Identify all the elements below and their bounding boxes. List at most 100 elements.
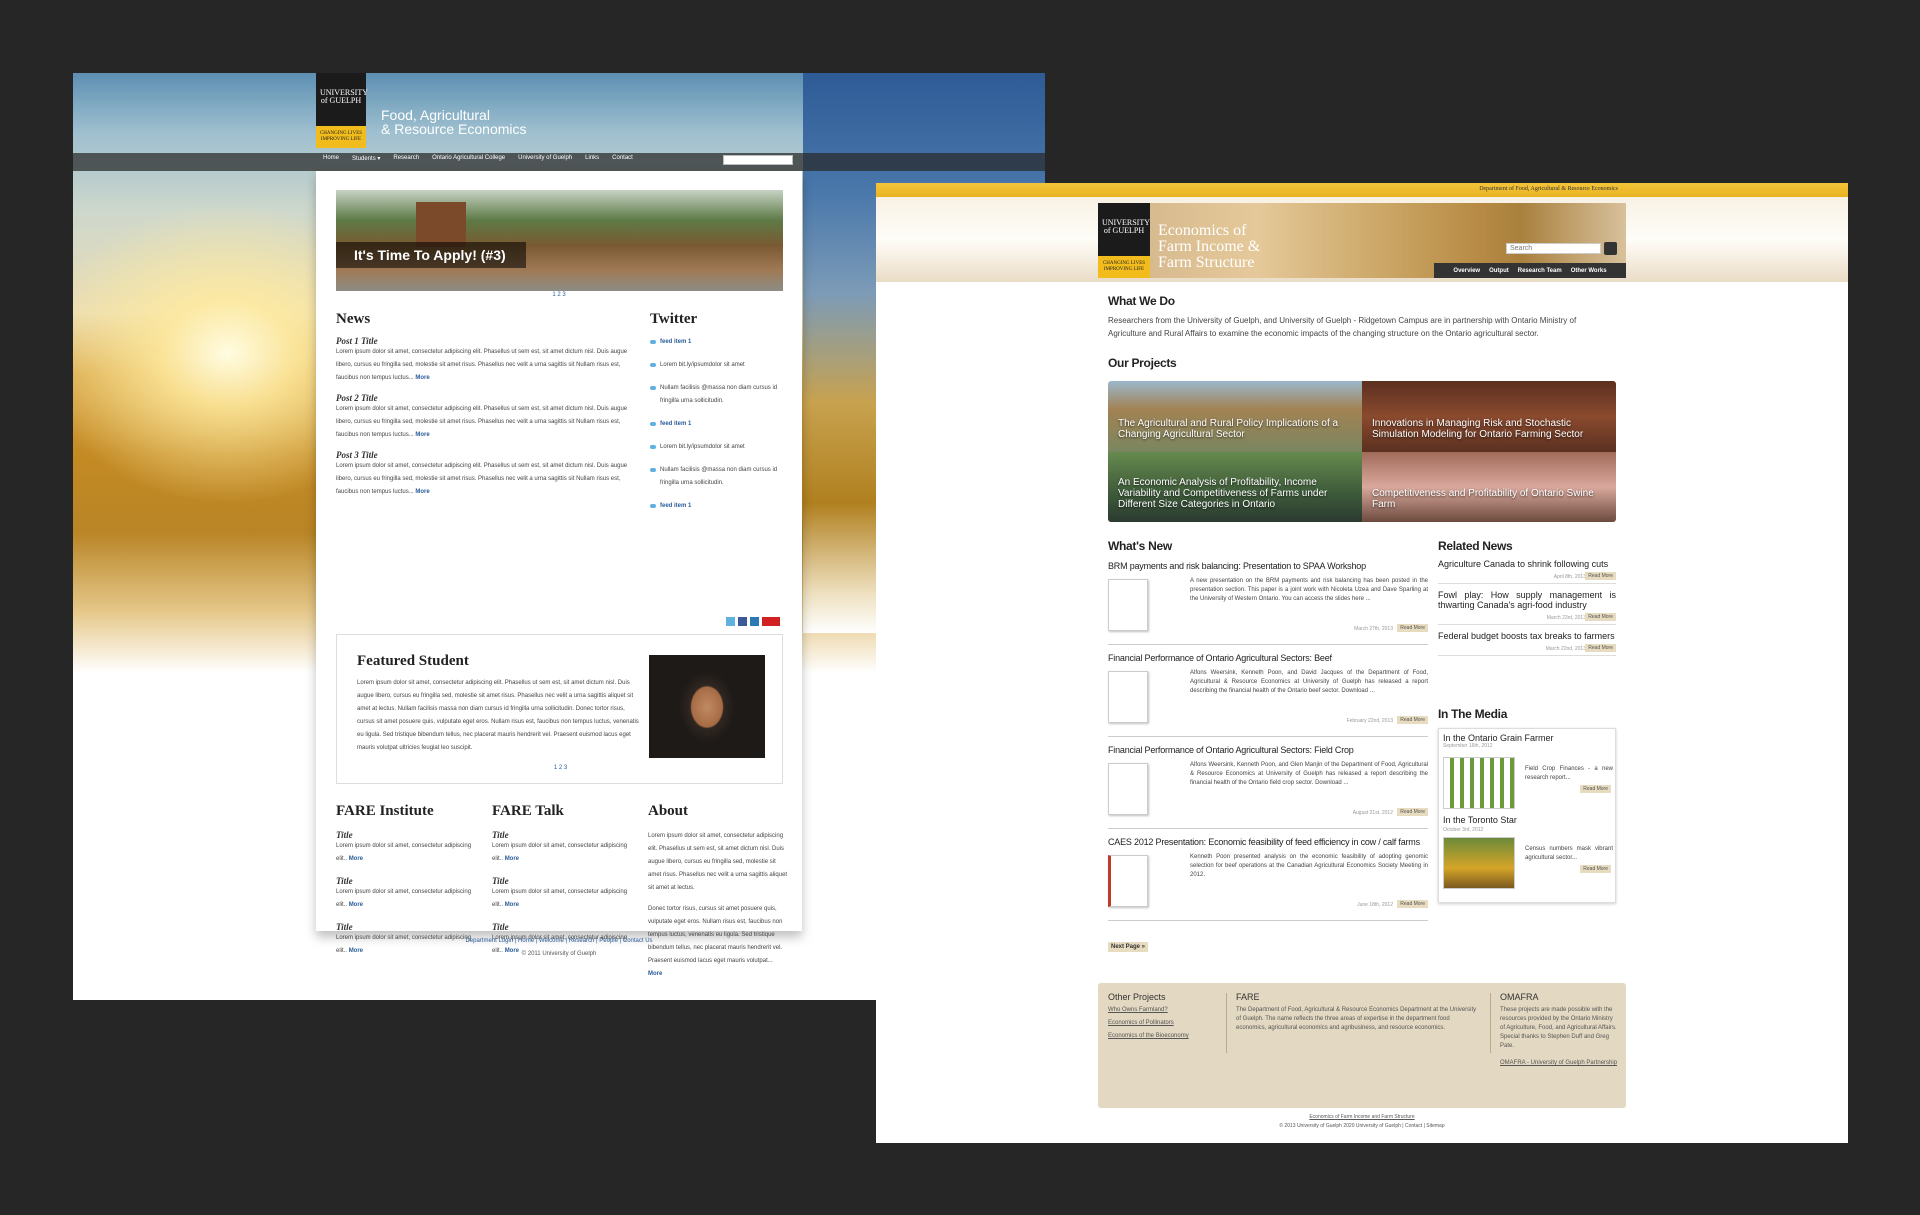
nav-uoguelph[interactable]: University of Guelph (518, 155, 572, 162)
facebook-icon[interactable] (738, 617, 747, 626)
nav-overview[interactable]: Overview (1453, 268, 1480, 274)
read-more-button[interactable]: Read More (1585, 572, 1616, 580)
read-more-button[interactable]: Read More (1397, 624, 1428, 632)
read-more-button[interactable]: Read More (1397, 716, 1428, 724)
tweet[interactable]: Nullam facilisis @massa non diam cursus … (650, 382, 785, 408)
item-title[interactable]: Title (492, 922, 632, 932)
footer-site-link[interactable]: Economics of Farm Income and Farm Struct… (1098, 1113, 1626, 1122)
document-thumbnail[interactable] (1108, 763, 1148, 815)
nav-home[interactable]: Home (323, 155, 339, 162)
footer-link[interactable]: Economics of Pollinators (1108, 1019, 1223, 1028)
document-thumbnail[interactable] (1108, 671, 1148, 723)
site-title[interactable]: Economics of Farm Income & Farm Structur… (1158, 223, 1260, 271)
news-heading: News (336, 311, 371, 327)
more-link[interactable]: More (349, 902, 363, 908)
university-logo[interactable]: UNIVERSITY of GUELPH CHANGING LIVES IMPR… (316, 73, 368, 148)
media-source[interactable]: In the Toronto Star (1443, 815, 1517, 825)
main-nav: Home Students ▾ Research Ontario Agricul… (323, 155, 633, 162)
university-logo[interactable]: UNIVERSITY of GUELPH CHANGING LIVES IMPR… (1098, 203, 1150, 278)
department-name[interactable]: Department of Food, Agricultural & Resou… (1479, 186, 1618, 192)
what-we-do-heading: What We Do (1108, 294, 1175, 308)
post-title[interactable]: Post 2 Title (336, 393, 631, 403)
corn-thumbnail[interactable] (1443, 837, 1515, 889)
omafra-link[interactable]: OMAFRA - University of Guelph Partnershi… (1500, 1059, 1618, 1068)
more-link[interactable]: More (505, 902, 519, 908)
twitter-section: Twitter feed item 1 Lorem bit.ly/ipsumdo… (650, 311, 785, 523)
project-tile[interactable]: The Agricultural and Rural Policy Implic… (1108, 381, 1362, 452)
tweet[interactable]: Lorem bit.ly/ipsumdolor sit amet (650, 359, 785, 372)
related-title[interactable]: Fowl play: How supply management is thwa… (1438, 590, 1616, 610)
project-tile[interactable]: Competitiveness and Profitability of Ont… (1362, 451, 1616, 522)
next-page-button[interactable]: Next Page » (1108, 942, 1149, 952)
tweet[interactable]: feed item 1 (650, 500, 785, 513)
item-title[interactable]: Title (336, 876, 476, 886)
media-box: In the Ontario Grain Farmer September 16… (1438, 728, 1616, 903)
more-link[interactable]: More (349, 856, 363, 862)
news-title[interactable]: Financial Performance of Ontario Agricul… (1108, 653, 1428, 663)
news-section: News Post 1 Title Lorem ipsum dolor sit … (336, 311, 631, 499)
post-title[interactable]: Post 1 Title (336, 336, 631, 346)
related-title[interactable]: Federal budget boosts tax breaks to farm… (1438, 631, 1616, 641)
tweet[interactable]: feed item 1 (650, 336, 785, 349)
top-bar (876, 183, 1848, 197)
more-link[interactable]: More (505, 856, 519, 862)
tweet[interactable]: Nullam facilisis @massa non diam cursus … (650, 464, 785, 490)
more-link[interactable]: More (648, 971, 662, 977)
item-title[interactable]: Title (492, 830, 632, 840)
hero-pager[interactable]: 1 2 3 (316, 292, 802, 298)
search-icon[interactable] (1604, 242, 1617, 255)
more-link[interactable]: More (415, 489, 429, 495)
site-title-line: Economics of (1158, 222, 1247, 239)
item-title[interactable]: Title (336, 830, 476, 840)
nav-research-team[interactable]: Research Team (1518, 268, 1562, 274)
student-photo (649, 655, 765, 758)
search-input[interactable] (723, 155, 793, 165)
project-tile[interactable]: Innovations in Managing Risk and Stochas… (1362, 381, 1616, 452)
youtube-icon[interactable] (762, 617, 780, 626)
nav-output[interactable]: Output (1489, 268, 1509, 274)
nav-students[interactable]: Students ▾ (352, 155, 380, 162)
document-thumbnail[interactable] (1108, 855, 1148, 907)
read-more-button[interactable]: Read More (1580, 865, 1611, 873)
search-input[interactable]: Search (1506, 243, 1601, 254)
footer-link[interactable]: Economics of the Bioeconomy (1108, 1032, 1223, 1041)
document-thumbnail[interactable] (1108, 579, 1148, 631)
footer-link[interactable]: Who Owns Farmland? (1108, 1006, 1223, 1015)
nav-other-works[interactable]: Other Works (1571, 268, 1607, 274)
bar-chart-thumbnail[interactable] (1443, 757, 1515, 809)
read-more-button[interactable]: Read More (1580, 785, 1611, 793)
nav-contact[interactable]: Contact (612, 155, 633, 162)
item-title[interactable]: Title (492, 876, 632, 886)
post-title[interactable]: Post 3 Title (336, 450, 631, 460)
related-title[interactable]: Agriculture Canada to shrink following c… (1438, 559, 1616, 569)
nav-oac[interactable]: Ontario Agricultural College (432, 155, 505, 162)
news-title[interactable]: BRM payments and risk balancing: Present… (1108, 561, 1428, 571)
more-link[interactable]: More (415, 375, 429, 381)
read-more-button[interactable]: Read More (1397, 808, 1428, 816)
site-title[interactable]: Food, Agricultural & Resource Economics (381, 108, 527, 136)
read-more-button[interactable]: Read More (1585, 613, 1616, 621)
hero-title: It's Time To Apply! (#3) (336, 242, 526, 268)
nav-research[interactable]: Research (393, 155, 419, 162)
tweet[interactable]: Lorem bit.ly/ipsumdolor sit amet (650, 441, 785, 454)
twitter-icon[interactable] (726, 617, 735, 626)
tweet[interactable]: feed item 1 (650, 418, 785, 431)
more-link[interactable]: More (415, 432, 429, 438)
read-more-button[interactable]: Read More (1585, 644, 1616, 652)
project-tile[interactable]: An Economic Analysis of Profitability, I… (1108, 451, 1362, 522)
item-title[interactable]: Title (336, 922, 476, 932)
news-title[interactable]: CAES 2012 Presentation: Economic feasibi… (1108, 837, 1428, 847)
nav-links[interactable]: Links (585, 155, 599, 162)
linkedin-icon[interactable] (750, 617, 759, 626)
news-title[interactable]: Financial Performance of Ontario Agricul… (1108, 745, 1428, 755)
read-more-button[interactable]: Read More (1397, 900, 1428, 908)
main-nav: Overview Output Research Team Other Work… (1434, 263, 1626, 278)
related-item: Federal budget boosts tax breaks to farm… (1438, 625, 1616, 656)
hero-banner[interactable]: It's Time To Apply! (#3) (336, 190, 783, 291)
media-source[interactable]: In the Ontario Grain Farmer (1443, 733, 1611, 743)
twitter-heading: Twitter (650, 311, 698, 327)
fare-institute-heading: FARE Institute (336, 803, 434, 819)
featured-pager[interactable]: 1 2 3 (337, 765, 784, 771)
media-date: September 16th, 2012 (1443, 743, 1493, 749)
footer-divider (1226, 993, 1227, 1053)
